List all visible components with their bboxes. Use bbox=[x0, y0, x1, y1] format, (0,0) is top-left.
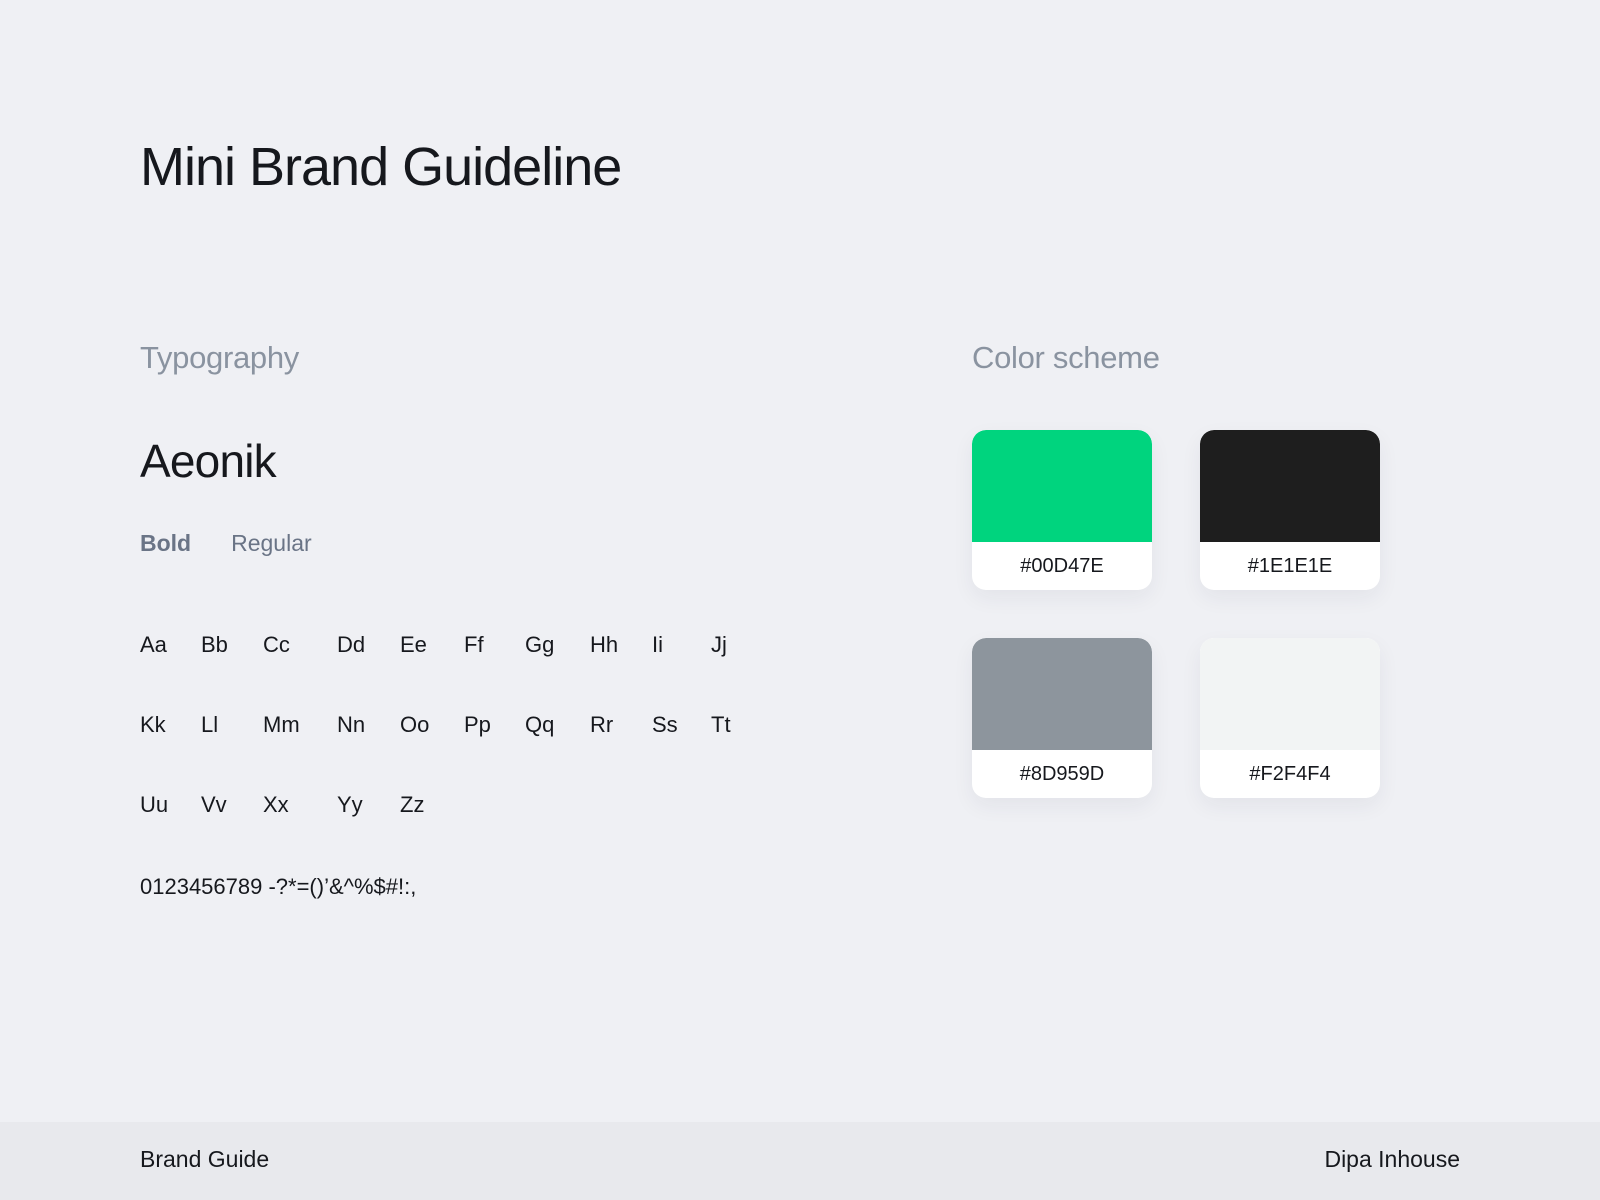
glyph: Ii bbox=[652, 632, 663, 657]
swatch-hex-label: #1E1E1E bbox=[1247, 555, 1333, 577]
color-swatch-black: #1E1E1E bbox=[1200, 430, 1380, 590]
glyph: Ee bbox=[400, 632, 427, 657]
glyph: Ll bbox=[201, 712, 219, 737]
glyph: Kk bbox=[140, 712, 166, 737]
numerals-symbols: 0123456789 -?*=()’&^%$#!:, bbox=[140, 874, 417, 899]
glyph-grid: Aa Bb Cc Dd Ee Ff Gg Hh Ii Jj Kk Ll Mm N… bbox=[140, 630, 761, 870]
glyph: Ss bbox=[652, 712, 678, 737]
glyph: Aa bbox=[140, 632, 167, 657]
page-title: Mini Brand Guideline bbox=[140, 137, 622, 197]
glyph: Mm bbox=[263, 712, 300, 737]
glyph: Pp bbox=[464, 712, 491, 737]
swatch-grid: #00D47E #1E1E1E #8D959D #F2F4F4 bbox=[972, 430, 1380, 798]
swatch-color-block bbox=[972, 638, 1152, 750]
weight-regular: Regular bbox=[231, 530, 312, 556]
color-swatch-light: #F2F4F4 bbox=[1200, 638, 1380, 798]
glyph: Xx bbox=[263, 792, 289, 817]
glyph: Tt bbox=[711, 712, 731, 737]
footer: Brand Guide Dipa Inhouse bbox=[0, 1122, 1600, 1200]
glyph: Hh bbox=[590, 632, 619, 657]
glyph: Yy bbox=[337, 792, 363, 817]
glyph: Dd bbox=[337, 632, 366, 657]
swatch-hex-label: #00D47E bbox=[1020, 555, 1104, 577]
glyph: Cc bbox=[263, 632, 290, 657]
weight-bold: Bold bbox=[140, 530, 192, 556]
glyph: Nn bbox=[337, 712, 366, 737]
color-swatch-gray: #8D959D bbox=[972, 638, 1152, 798]
color-scheme-heading: Color scheme bbox=[972, 340, 1160, 375]
glyph: Gg bbox=[525, 632, 555, 657]
glyph: Jj bbox=[711, 632, 727, 657]
swatch-hex-label: #F2F4F4 bbox=[1249, 763, 1331, 785]
swatch-color-block bbox=[972, 430, 1152, 542]
swatch-color-block bbox=[1200, 430, 1380, 542]
swatch-color-block bbox=[1200, 638, 1380, 750]
glyph: Zz bbox=[400, 792, 425, 817]
glyph: Vv bbox=[201, 792, 227, 817]
font-weights: Bold Regular bbox=[140, 530, 312, 557]
swatch-hex-label: #8D959D bbox=[1019, 763, 1105, 785]
glyph: Uu bbox=[140, 792, 169, 817]
glyph: Oo bbox=[400, 712, 430, 737]
font-name: Aeonik bbox=[140, 435, 277, 487]
glyph: Ff bbox=[464, 632, 484, 657]
footer-brand-guide: Brand Guide bbox=[140, 1146, 270, 1172]
glyph: Rr bbox=[590, 712, 614, 737]
footer-author: Dipa Inhouse bbox=[1324, 1146, 1460, 1172]
color-swatch-green: #00D47E bbox=[972, 430, 1152, 590]
typography-heading: Typography bbox=[140, 340, 299, 375]
glyph: Bb bbox=[201, 632, 228, 657]
glyph: Qq bbox=[525, 712, 555, 737]
